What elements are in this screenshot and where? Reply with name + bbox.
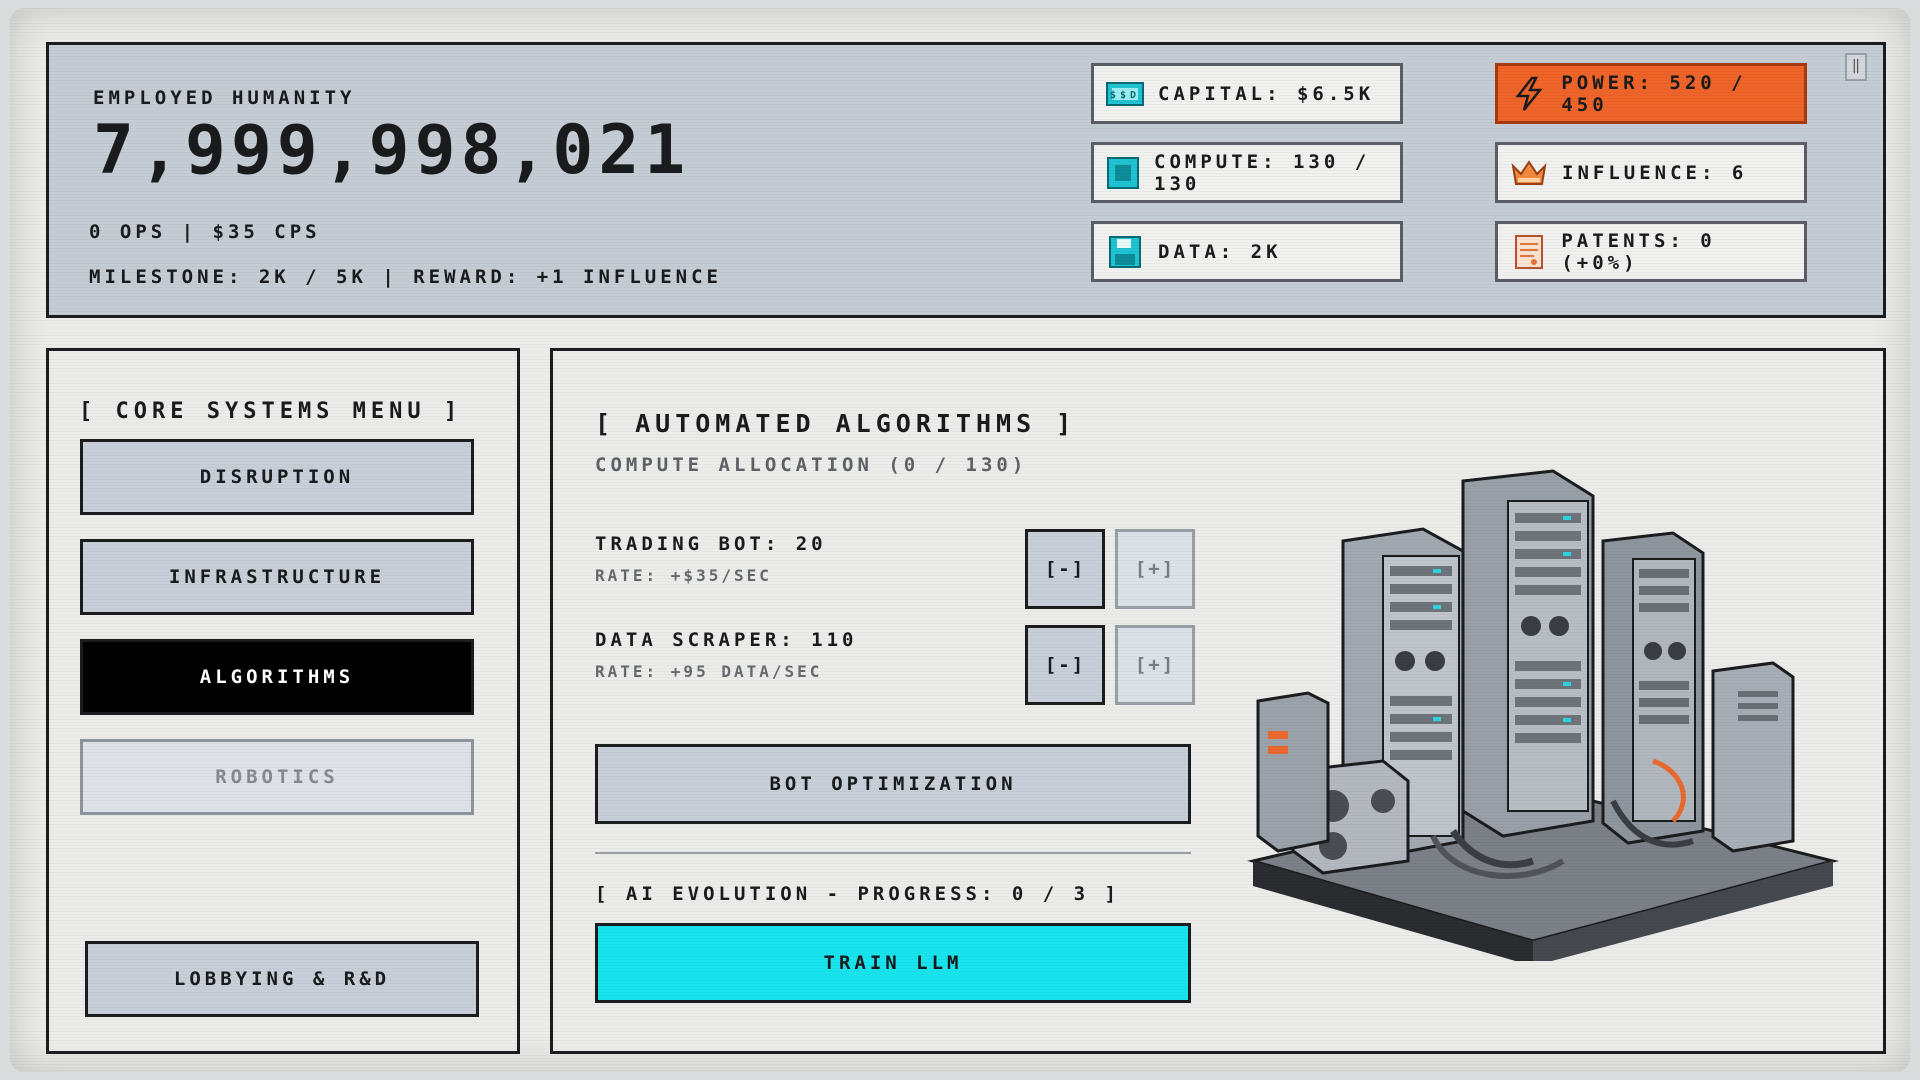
- cpu-chip-icon: [1106, 156, 1140, 190]
- lobbying-rd-button[interactable]: LOBBYING & R&D: [85, 941, 479, 1017]
- core-systems-menu: [ CORE SYSTEMS MENU ] DISRUPTION INFRAST…: [46, 348, 520, 1054]
- patents-label: PATENTS: 0 (+0%): [1561, 229, 1716, 274]
- status-panel: EMPLOYED HUMANITY 7,999,998,021 0 OPS | …: [46, 42, 1886, 318]
- lightning-icon: [1510, 76, 1547, 111]
- data-scraper-plus-button[interactable]: [+]: [1115, 625, 1195, 705]
- menu-item-robotics[interactable]: ROBOTICS: [80, 739, 474, 815]
- capital-resource: $$D CAPITAL: $6.5K: [1091, 63, 1403, 124]
- rates-text: 0 OPS | $35 CPS: [89, 221, 321, 243]
- data-label: DATA: 2K: [1158, 240, 1282, 263]
- data-scraper-rate: RATE: +95 DATA/SEC: [595, 662, 823, 681]
- trading-bot-name: TRADING BOT: 20: [595, 533, 827, 555]
- game-screen: EMPLOYED HUMANITY 7,999,998,021 0 OPS | …: [10, 8, 1910, 1072]
- svg-text:$$D: $$D: [1110, 90, 1140, 101]
- crown-icon: [1510, 156, 1548, 190]
- trading-bot-plus-button[interactable]: [+]: [1115, 529, 1195, 609]
- influence-resource: INFLUENCE: 6: [1495, 142, 1807, 203]
- menu-item-disruption[interactable]: DISRUPTION: [80, 439, 474, 515]
- patent-document-icon: [1510, 234, 1547, 269]
- money-icon: $$D: [1106, 77, 1144, 111]
- data-scraper-name: DATA SCRAPER: 110: [595, 629, 858, 651]
- capital-label: CAPITAL: $6.5K: [1158, 82, 1375, 105]
- data-resource: DATA: 2K: [1091, 221, 1403, 282]
- compute-allocation-text: COMPUTE ALLOCATION (0 / 130): [595, 454, 1028, 476]
- train-llm-button[interactable]: TRAIN LLM: [595, 923, 1191, 1003]
- ai-evolution-progress: [ AI EVOLUTION - PROGRESS: 0 / 3 ]: [595, 883, 1120, 905]
- power-resource: POWER: 520 / 450: [1495, 63, 1807, 124]
- floppy-disk-icon: [1106, 235, 1144, 269]
- data-scraper-minus-button[interactable]: [-]: [1025, 625, 1105, 705]
- population-label: EMPLOYED HUMANITY: [93, 87, 356, 109]
- menu-item-infrastructure[interactable]: INFRASTRUCTURE: [80, 539, 474, 615]
- influence-label: INFLUENCE: 6: [1562, 161, 1748, 184]
- trading-bot-rate: RATE: +$35/SEC: [595, 566, 772, 585]
- power-label: POWER: 520 / 450: [1561, 71, 1747, 116]
- divider: [595, 852, 1191, 854]
- menu-item-algorithms[interactable]: ALGORITHMS: [80, 639, 474, 715]
- menu-title: [ CORE SYSTEMS MENU ]: [79, 399, 463, 424]
- bot-optimization-button[interactable]: BOT OPTIMIZATION: [595, 744, 1191, 824]
- milestone-text: MILESTONE: 2K / 5K | REWARD: +1 INFLUENC…: [89, 266, 722, 288]
- section-title: [ AUTOMATED ALGORITHMS ]: [595, 409, 1077, 438]
- compute-resource: COMPUTE: 130 / 130: [1091, 142, 1403, 203]
- server-rack-illustration: [1247, 469, 1839, 961]
- population-value: 7,999,998,021: [93, 111, 691, 190]
- trading-bot-minus-button[interactable]: [-]: [1025, 529, 1105, 609]
- compute-label: COMPUTE: 130 / 130: [1154, 150, 1371, 195]
- pause-icon[interactable]: ‖: [1845, 53, 1867, 81]
- algorithms-panel: [ AUTOMATED ALGORITHMS ] COMPUTE ALLOCAT…: [550, 348, 1886, 1054]
- patents-resource: PATENTS: 0 (+0%): [1495, 221, 1807, 282]
